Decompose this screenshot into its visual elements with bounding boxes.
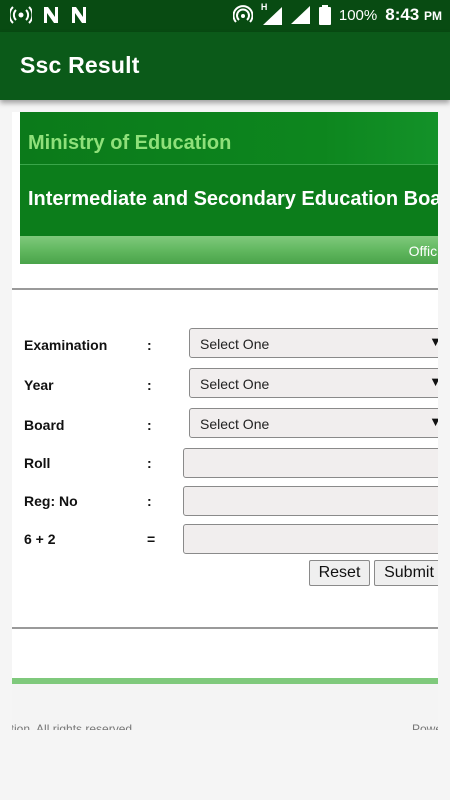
board-title: Intermediate and Secondary Education Boa	[28, 188, 438, 210]
reg-input[interactable]	[183, 486, 438, 516]
chevron-down-icon: ▼	[429, 334, 438, 349]
battery-percent: 100%	[338, 6, 378, 24]
battery-icon	[318, 5, 331, 25]
row-examination: Examination : Select One ▼	[12, 328, 438, 360]
divider-top	[12, 288, 438, 290]
board-select[interactable]: Select One ▼	[189, 408, 438, 438]
examination-label: Examination	[24, 337, 108, 353]
clock-time: 8:43	[385, 5, 420, 24]
year-select-value: Select One	[200, 376, 270, 392]
status-bar: H 100% 8:43 PM	[0, 0, 450, 32]
examination-colon: :	[147, 337, 152, 353]
row-captcha: 6 + 2 =	[12, 524, 438, 556]
year-colon: :	[147, 377, 152, 393]
board-select-value: Select One	[200, 416, 270, 432]
banner-divider	[20, 164, 438, 165]
chevron-down-icon: ▼	[429, 414, 438, 429]
roll-input[interactable]	[183, 448, 438, 478]
webview[interactable]: Ministry of Education Intermediate and S…	[12, 112, 438, 730]
app-bar: Ssc Result	[0, 32, 450, 100]
n-icon	[44, 7, 58, 23]
year-label: Year	[24, 377, 54, 393]
n-icon	[72, 7, 86, 23]
divider-bottom	[12, 627, 438, 629]
clock-ampm: PM	[424, 9, 442, 23]
status-icons-left	[10, 6, 88, 24]
chevron-down-icon: ▼	[429, 374, 438, 389]
row-board: Board : Select One ▼	[12, 408, 438, 440]
row-roll: Roll :	[12, 448, 438, 480]
signal-h-group: H	[261, 2, 283, 25]
banner-stripe: Officia	[20, 236, 438, 264]
signal-icon	[262, 7, 282, 25]
board-colon: :	[147, 417, 152, 433]
hotspot-icon	[232, 5, 253, 23]
official-text: Officia	[408, 243, 438, 259]
captcha-label: 6 + 2	[24, 531, 56, 547]
clock: 8:43 PM	[385, 5, 442, 25]
footer: ation. All rights reserved. Powe	[12, 684, 438, 730]
broadcast-icon	[10, 6, 32, 24]
row-year: Year : Select One ▼	[12, 368, 438, 400]
captcha-input[interactable]	[183, 524, 438, 554]
powered-by-text: Powe	[411, 722, 438, 730]
reset-button[interactable]: Reset	[309, 560, 370, 586]
year-select[interactable]: Select One ▼	[189, 368, 438, 398]
signal-icon	[290, 6, 310, 24]
row-reg: Reg: No :	[12, 486, 438, 518]
captcha-equals: =	[147, 531, 156, 547]
copyright-text: ation. All rights reserved.	[12, 722, 136, 730]
status-icons-right: H 100% 8:43 PM	[232, 2, 442, 25]
roll-label: Roll	[24, 455, 51, 471]
submit-button[interactable]: Submit	[374, 560, 438, 586]
reg-label: Reg: No	[24, 493, 78, 509]
board-label: Board	[24, 417, 65, 433]
reg-colon: :	[147, 493, 152, 509]
roll-colon: :	[147, 455, 152, 471]
ministry-title: Ministry of Education	[28, 132, 232, 154]
examination-select-value: Select One	[200, 336, 270, 352]
app-title: Ssc Result	[20, 52, 140, 78]
examination-select[interactable]: Select One ▼	[189, 328, 438, 358]
